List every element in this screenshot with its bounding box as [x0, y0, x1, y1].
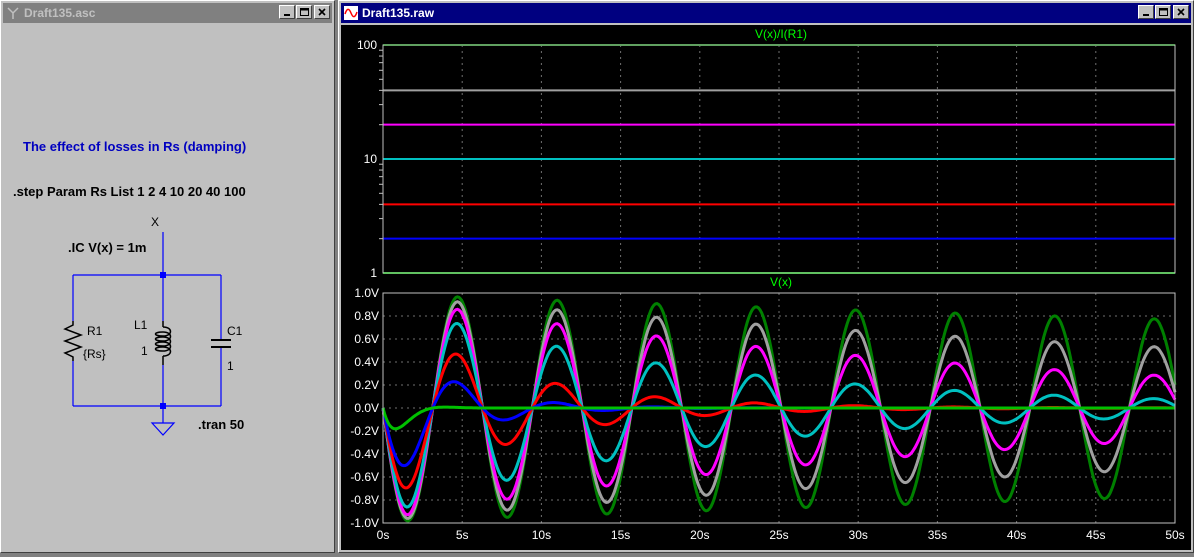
xtick: 20s: [690, 528, 709, 542]
tran-directive[interactable]: .tran 50: [198, 417, 244, 432]
pane1-traces: [383, 44, 1175, 274]
close-icon: [1177, 8, 1185, 16]
c1-name: C1: [227, 324, 243, 338]
pane2-ytick: -1.0V: [350, 516, 379, 530]
step-directive[interactable]: .step Param Rs List 1 2 4 10 20 40 100: [13, 184, 246, 199]
waveform-plot[interactable]: V(x)/I(R1) 100 10 1 V(x) 1.0V 0.8V 0.6V …: [341, 25, 1191, 552]
ground-symbol[interactable]: [150, 422, 176, 436]
waveform-window-title: Draft135.raw: [362, 6, 435, 20]
minimize-button[interactable]: [279, 5, 295, 19]
pane2-trace-rs-20: [381, 307, 1177, 517]
pane2-ytick: 0.6V: [354, 332, 379, 346]
waveform-window[interactable]: Draft135.raw V(x)/I(R1) 100 10 1 V(x) 1.…: [338, 0, 1194, 553]
waveform-titlebar[interactable]: Draft135.raw: [341, 3, 1191, 23]
maximize-button[interactable]: [296, 5, 312, 19]
xtick: 15s: [611, 528, 630, 542]
pane2-ytick: -0.8V: [350, 493, 379, 507]
junction-dot-bottom: [160, 403, 166, 409]
pane2-ytick: 1.0V: [354, 286, 379, 300]
schematic-titlebar[interactable]: Draft135.asc: [3, 3, 332, 23]
xtick: 40s: [1007, 528, 1026, 542]
waveform-plot-area[interactable]: V(x)/I(R1) 100 10 1 V(x) 1.0V 0.8V 0.6V …: [341, 25, 1191, 550]
xtick: 0s: [377, 528, 390, 542]
waveform-icon: [344, 6, 358, 20]
schematic-drawing: The effect of losses in Rs (damping) .st…: [13, 139, 246, 436]
junction-dot-top: [160, 272, 166, 278]
maximize-button[interactable]: [1155, 5, 1171, 19]
close-button[interactable]: [1173, 5, 1189, 19]
schematic-canvas[interactable]: The effect of losses in Rs (damping) .st…: [3, 25, 332, 550]
close-button[interactable]: [314, 5, 330, 19]
pane2-ytick: -0.2V: [350, 424, 379, 438]
xtick: 45s: [1086, 528, 1105, 542]
pane1-ytick-10: 10: [364, 152, 378, 166]
schematic-comment: The effect of losses in Rs (damping): [23, 139, 246, 154]
maximize-icon: [1158, 8, 1168, 16]
pane2-y-ticks: 1.0V 0.8V 0.6V 0.4V 0.2V 0.0V -0.2V -0.4…: [350, 286, 379, 530]
xtick: 30s: [849, 528, 868, 542]
pane2-ytick: -0.4V: [350, 447, 379, 461]
xtick: 25s: [769, 528, 788, 542]
schematic-window-title: Draft135.asc: [24, 6, 96, 20]
pane2-trace-label[interactable]: V(x): [770, 275, 792, 289]
l1-name: L1: [134, 318, 148, 332]
pane2-ytick: 0.8V: [354, 309, 379, 323]
minimize-icon: [1143, 13, 1149, 16]
pane1-ytick-1: 1: [370, 266, 377, 280]
l1-inductor-symbol[interactable]: [154, 321, 172, 365]
pane1-ytick-100: 100: [357, 38, 377, 52]
xtick: 10s: [532, 528, 551, 542]
pane2-ytick: 0.4V: [354, 355, 379, 369]
maximize-icon: [299, 8, 309, 16]
pane2-ytick: -0.6V: [350, 470, 379, 484]
xtick: 50s: [1165, 528, 1184, 542]
pane1-trace-label[interactable]: V(x)/I(R1): [755, 27, 807, 41]
net-label-x[interactable]: X: [151, 215, 159, 229]
r1-name: R1: [87, 324, 103, 338]
pane2-ytick: 0.2V: [354, 378, 379, 392]
c1-capacitor-symbol[interactable]: [211, 339, 231, 348]
l1-value: 1: [141, 344, 148, 358]
xtick: 35s: [928, 528, 947, 542]
minimize-button[interactable]: [1138, 5, 1154, 19]
ltspice-schematic-icon: [7, 7, 19, 19]
close-icon: [318, 8, 326, 16]
schematic-window[interactable]: Draft135.asc The effect of losses in Rs …: [0, 0, 335, 553]
ic-directive[interactable]: .IC V(x) = 1m: [68, 240, 146, 255]
xtick: 5s: [456, 528, 469, 542]
pane2-x-ticks: 0s 5s 10s 15s 20s 25s 30s 35s 40s 45s 50…: [377, 528, 1185, 542]
pane2-ytick: 0.0V: [354, 401, 379, 415]
minimize-icon: [284, 13, 290, 16]
r1-resistor-symbol[interactable]: [62, 321, 84, 361]
c1-value: 1: [227, 359, 234, 373]
pane1-y-ticks: 100 10 1: [357, 38, 377, 280]
r1-value: {Rs}: [83, 347, 106, 361]
